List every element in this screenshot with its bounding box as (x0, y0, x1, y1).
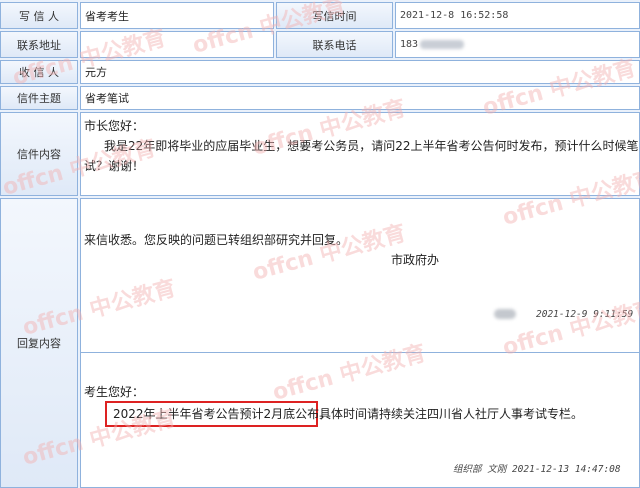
phone-value: 183 (395, 31, 640, 58)
reply-body: 来信收悉。您反映的问题已转组织部研究并回复。 市政府办 2021-12-9 9:… (80, 198, 640, 488)
subject-label: 信件主题 (0, 86, 78, 110)
content-line-1: 我是22年即将毕业的应届毕业生，想要考公务员，请问22上半年省考公告何时发布，预… (104, 139, 639, 153)
content-label: 信件内容 (0, 112, 78, 196)
reply-first-timestamp: 2021-12-9 9:11:59 (536, 309, 634, 320)
content-greeting: 市长您好： (84, 119, 145, 133)
write-time-label: 写信时间 (276, 2, 393, 29)
reply-second-rest: 具体时间请持续关注四川省人社厅人事考试专栏。 (319, 407, 584, 421)
writer-label: 写 信 人 (0, 2, 78, 29)
writer-value: 省考考生 (80, 2, 274, 29)
reply-second-greeting: 考生您好： (84, 385, 145, 399)
recipient-value: 元方 (80, 60, 640, 84)
phone-label: 联系电话 (276, 31, 393, 58)
replier-avatar-blur (494, 309, 516, 319)
content-line-2: 试？谢谢！ (84, 159, 145, 173)
address-label: 联系地址 (0, 31, 78, 58)
content-body: 市长您好： 我是22年即将毕业的应届毕业生，想要考公务员，请问22上半年省考公告… (80, 112, 640, 196)
reply-divider (81, 352, 639, 353)
recipient-label: 收 信 人 (0, 60, 78, 84)
reply-label: 回复内容 (0, 198, 78, 488)
reply-first-text: 来信收悉。您反映的问题已转组织部研究并回复。 (84, 233, 349, 247)
subject-value: 省考笔试 (80, 86, 640, 110)
address-value (80, 31, 274, 58)
reply-second-highlight: 2022年上半年省考公告预计2月底公布， (113, 407, 332, 421)
write-time-value: 2021-12-8 16:52:58 (395, 2, 640, 29)
reply-second-footer: 组织部 文刚 2021-12-13 14:47:08 (453, 464, 621, 475)
reply-first-signature: 市政府办 (391, 253, 440, 267)
redacted-phone (420, 40, 465, 49)
